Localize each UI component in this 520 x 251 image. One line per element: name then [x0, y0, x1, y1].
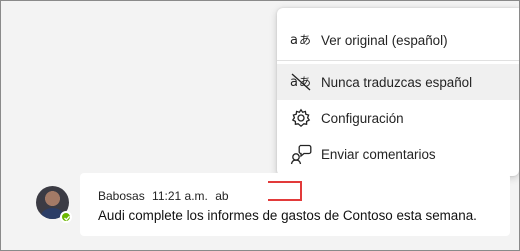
translate-icon: a あ — [289, 28, 313, 52]
svg-text:a: a — [290, 75, 298, 90]
menu-item-label: Enviar comentarios — [321, 146, 436, 162]
translation-tag: ab — [215, 189, 229, 203]
menu-item-never-translate[interactable]: a あ Nunca traduzcas español — [277, 64, 519, 100]
menu-item-settings[interactable]: Configuración — [277, 100, 519, 136]
menu-item-label: Ver original (español) — [321, 32, 448, 48]
menu-item-view-original[interactable]: a あ Ver original (español) — [277, 22, 519, 58]
message-body: Audi complete los informes de gastos de … — [98, 208, 477, 223]
menu-divider — [277, 60, 519, 61]
feedback-icon — [289, 142, 313, 166]
menu-item-label: Nunca traduzcas español — [321, 74, 473, 90]
translation-button-highlight[interactable] — [268, 181, 302, 201]
sender-name: Babosas — [98, 189, 145, 203]
message-timestamp: 11:21 a.m. — [152, 189, 208, 203]
presence-available-icon — [60, 211, 72, 223]
translation-context-menu: a あ Ver original (español) a あ Nunca tra… — [277, 8, 519, 176]
menu-item-send-feedback[interactable]: Enviar comentarios — [277, 136, 519, 172]
app-frame: a あ Ver original (español) a あ Nunca tra… — [0, 0, 520, 251]
translate-off-icon: a あ — [289, 70, 313, 94]
svg-text:あ: あ — [299, 33, 311, 47]
svg-text:a: a — [290, 33, 298, 48]
chat-message[interactable]: Babosas 11:21 a.m. ab Audi complete los … — [80, 173, 510, 236]
menu-item-label: Configuración — [321, 110, 404, 126]
gear-icon — [289, 106, 313, 130]
message-header: Babosas 11:21 a.m. ab — [98, 189, 233, 203]
